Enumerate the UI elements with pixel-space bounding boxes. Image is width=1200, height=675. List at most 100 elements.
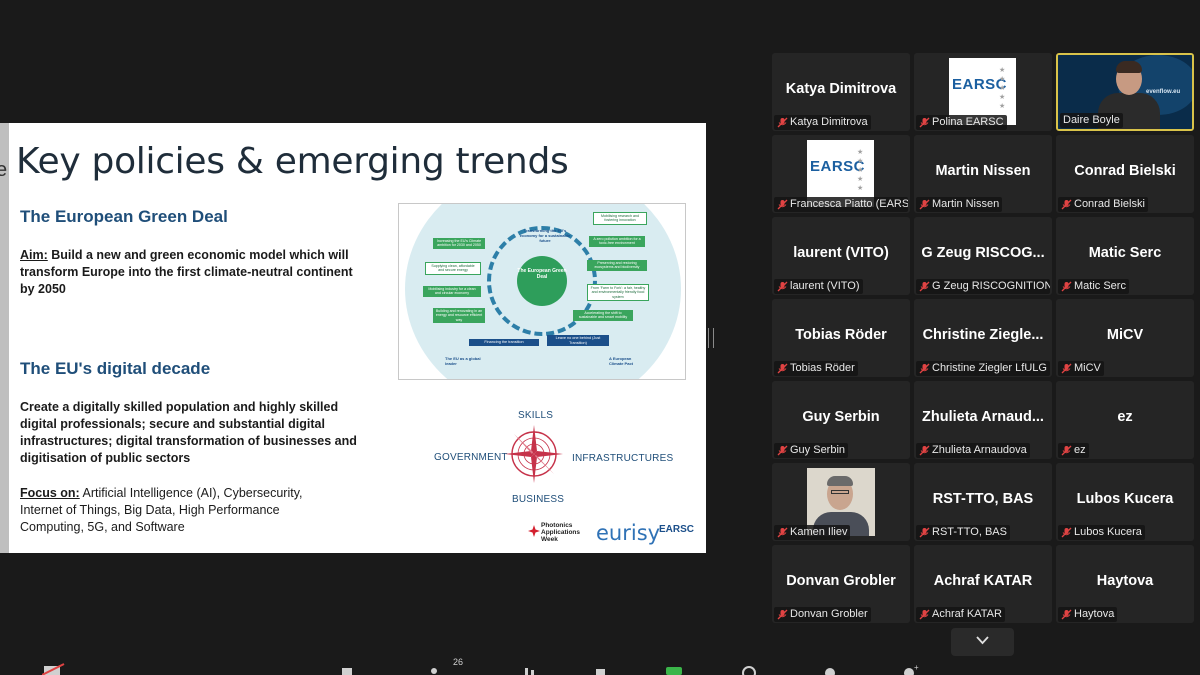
participant-name-text: Polina EARSC	[932, 116, 1004, 128]
participant-tile[interactable]: Zhulieta Arnaud... Zhulieta Arnaudova	[914, 381, 1052, 459]
participant-tile[interactable]: Tobias Röder Tobias Röder	[772, 299, 910, 377]
participant-tile[interactable]: Martin Nissen Martin Nissen	[914, 135, 1052, 213]
participant-display-name: RST-TTO, BAS	[932, 491, 1034, 507]
participant-name-label: Matic Serc	[1058, 279, 1129, 294]
muted-mic-icon	[1061, 199, 1072, 210]
reactions-icon[interactable]	[822, 662, 838, 675]
participant-tile[interactable]: Donvan Grobler Donvan Grobler	[772, 545, 910, 623]
muted-mic-icon	[919, 609, 930, 620]
participant-name-text: Daire Boyle	[1063, 114, 1120, 126]
participant-name-label: Christine Ziegler LfULG	[916, 361, 1050, 376]
participant-tile[interactable]: G Zeug RISCOG... G Zeug RISCOGNITION	[914, 217, 1052, 295]
participant-tile[interactable]: Achraf KATAR Achraf KATAR	[914, 545, 1052, 623]
photonics-logo: Photonics Applications Week	[541, 522, 581, 543]
participant-tile[interactable]: ez ez	[1056, 381, 1194, 459]
participant-tile[interactable]: EARSC ★ ★ ★ ★ ★ Francesca Piatto (EARS...	[772, 135, 910, 213]
record-icon[interactable]	[741, 662, 757, 675]
participant-name-label: Polina EARSC	[916, 115, 1007, 130]
split-resize-handle[interactable]	[708, 328, 714, 348]
muted-mic-icon	[1061, 527, 1072, 538]
muted-mic-icon	[919, 527, 930, 538]
participant-name-text: G Zeug RISCOGNITION	[932, 280, 1050, 292]
participant-name-text: Zhulieta Arnaudova	[932, 444, 1027, 456]
logo-stars-icon: ★ ★ ★ ★ ★	[857, 149, 864, 192]
participant-name-label: Katya Dimitrova	[774, 115, 871, 130]
participant-tile[interactable]: EARSC ★ ★ ★ ★ ★ Polina EARSC	[914, 53, 1052, 131]
participant-display-name: Martin Nissen	[935, 163, 1031, 179]
poll-icon[interactable]	[592, 662, 608, 675]
digital-decade-text: Create a digitally skilled population an…	[20, 399, 365, 467]
muted-mic-icon	[777, 117, 788, 128]
participant-name-label: Tobias Röder	[774, 361, 858, 376]
share-screen-icon[interactable]	[664, 662, 684, 675]
participant-tile[interactable]: Katya Dimitrova Katya Dimitrova	[772, 53, 910, 131]
diagram-right-box: From 'Farm to Fork': a fair, healthy and…	[587, 284, 649, 302]
participant-tile[interactable]: RST-TTO, BAS RST-TTO, BAS	[914, 463, 1052, 541]
participant-name-text: Tobias Röder	[790, 362, 855, 374]
photonics-star-icon	[528, 525, 540, 537]
diagram-left-box: Increasing the EU's Climate ambition for…	[433, 238, 485, 249]
participant-tile[interactable]: MiCV MiCV	[1056, 299, 1194, 377]
participant-name-text: Achraf KATAR	[932, 608, 1002, 620]
participant-tile[interactable]: Guy Serbin Guy Serbin	[772, 381, 910, 459]
participant-name-text: laurent (VITO)	[790, 280, 860, 292]
participants-button[interactable]: 26	[428, 657, 468, 675]
gallery-next-page-button[interactable]	[951, 628, 1014, 656]
green-deal-diagram: Transforming the EU's economy for a sust…	[398, 203, 686, 380]
participant-tile[interactable]: Haytova Haytova	[1056, 545, 1194, 623]
participant-display-name: Haytova	[1096, 573, 1154, 589]
slide-logos: Photonics Applications Week eurisy EARSC	[528, 520, 703, 550]
muted-mic-icon	[919, 363, 930, 374]
chevron-down-icon	[976, 636, 989, 645]
participant-display-name: Christine Ziegle...	[922, 327, 1044, 343]
participant-tile[interactable]: Christine Ziegle... Christine Ziegler LfU…	[914, 299, 1052, 377]
muted-mic-icon	[777, 363, 788, 374]
svg-text:+: +	[914, 663, 919, 672]
participant-tile[interactable]: Conrad Bielski Conrad Bielski	[1056, 135, 1194, 213]
logo-stars-icon: ★ ★ ★ ★ ★	[999, 67, 1006, 110]
participant-tile[interactable]: laurent (VITO) laurent (VITO)	[772, 217, 910, 295]
participant-name-label: Haytova	[1058, 607, 1118, 622]
participant-display-name: Tobias Röder	[795, 327, 887, 343]
muted-mic-icon	[777, 527, 788, 538]
video-icon[interactable]	[340, 662, 356, 675]
muted-mic-icon	[1061, 281, 1072, 292]
participant-tile[interactable]: Matic Serc Matic Serc	[1056, 217, 1194, 295]
earsc-logo: EARSC	[659, 524, 695, 535]
muted-mic-icon	[919, 281, 930, 292]
participant-name-text: Guy Serbin	[790, 444, 846, 456]
participant-tile[interactable]: Lubos Kucera Lubos Kucera	[1056, 463, 1194, 541]
participant-display-name: Katya Dimitrova	[785, 81, 897, 97]
participant-name-text: Kamen Iliev	[790, 526, 848, 538]
participant-display-name: Donvan Grobler	[786, 573, 896, 589]
participant-tile[interactable]: Kamen Iliev	[772, 463, 910, 541]
muted-mic-icon	[777, 281, 788, 292]
participant-name-label: Daire Boyle	[1060, 113, 1123, 128]
muted-mic-icon	[777, 199, 788, 210]
participant-name-text: Conrad Bielski	[1074, 198, 1145, 210]
participant-name-text: RST-TTO, BAS	[932, 526, 1007, 538]
participant-name-text: Donvan Grobler	[790, 608, 868, 620]
participant-display-name: ez	[1117, 409, 1133, 425]
participant-name-label: Guy Serbin	[774, 443, 849, 458]
slide-title: Key policies & emerging trends	[16, 141, 569, 182]
photo-ph-hair	[827, 476, 853, 486]
apps-icon[interactable]: +	[900, 662, 922, 675]
muted-mic-icon	[919, 199, 930, 210]
chat-icon[interactable]	[523, 662, 539, 675]
muted-mic-icon	[777, 609, 788, 620]
participant-name-text: Francesca Piatto (EARS...	[790, 198, 908, 210]
participant-display-name: Lubos Kucera	[1076, 491, 1174, 507]
participant-tile[interactable]: evenflow.eu Daire Boyle	[1056, 53, 1194, 131]
diagram-right-box: Preserving and restoring ecosystems and …	[587, 260, 647, 271]
green-deal-aim: Aim: Build a new and green economic mode…	[20, 247, 365, 298]
participant-name-label: Kamen Iliev	[774, 525, 851, 540]
digital-compass: SKILLS GOVERNMENT INFRASTRUCTURES BUSINE…	[430, 408, 673, 508]
digital-focus: Focus on: Artificial Intelligence (AI), …	[20, 485, 330, 536]
participants-count: 26	[453, 657, 464, 667]
participant-name-label: Lubos Kucera	[1058, 525, 1145, 540]
muted-mic-icon	[1061, 363, 1072, 374]
muted-mic-icon	[777, 445, 788, 456]
mute-mic-icon[interactable]	[42, 662, 66, 675]
focus-label: Focus on:	[20, 486, 80, 500]
